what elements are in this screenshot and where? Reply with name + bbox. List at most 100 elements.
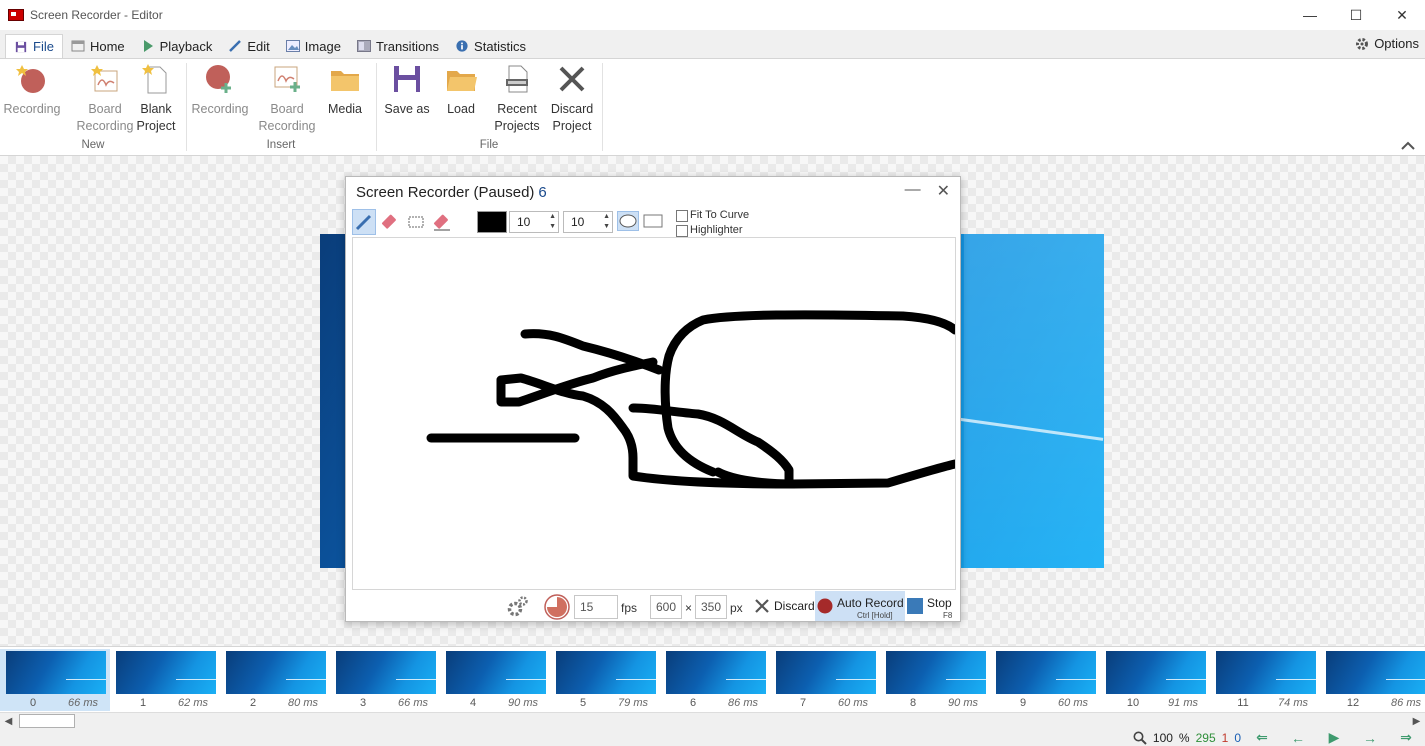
new-recording-label: Recording: [3, 102, 61, 116]
stroke-eraser-tool-button[interactable]: [430, 209, 454, 235]
last-frame-icon[interactable]: ⇒: [1391, 729, 1421, 746]
scroll-left-icon[interactable]: ◀: [0, 713, 17, 729]
tab-playback-label: Playback: [159, 38, 213, 54]
scrollbar-thumb[interactable]: [19, 714, 75, 728]
tab-playback[interactable]: Playback: [133, 34, 221, 58]
frame-item-11[interactable]: 11 74 ms: [1210, 649, 1320, 711]
stop-shortcut: F8: [943, 611, 953, 620]
play-frame-icon[interactable]: ▶: [1319, 729, 1349, 746]
pencil-icon: [229, 40, 242, 52]
frame-item-0[interactable]: 0 66 ms: [0, 649, 110, 711]
transitions-icon: [356, 40, 371, 52]
save-as-button[interactable]: Save as: [380, 63, 434, 118]
rectangle-tip-button[interactable]: [642, 211, 664, 231]
recent-projects-button[interactable]: Recent Projects: [490, 63, 544, 135]
recent-projects-label-1: Recent: [497, 102, 537, 116]
zoom-value[interactable]: 100: [1153, 731, 1173, 745]
tab-file[interactable]: File: [5, 34, 63, 58]
frame-item-7[interactable]: 7 60 ms: [770, 649, 880, 711]
tab-edit[interactable]: Edit: [220, 34, 277, 58]
checkbox-box[interactable]: [676, 209, 688, 222]
checkbox-box[interactable]: [676, 224, 688, 237]
insert-board-recording-label-2: Recording: [258, 119, 316, 133]
eraser-tool-button[interactable]: [378, 209, 402, 235]
first-frame-icon[interactable]: ⇐: [1247, 729, 1277, 746]
frame-item-1[interactable]: 1 62 ms: [110, 649, 220, 711]
height-input[interactable]: 350: [695, 595, 727, 619]
board-icon: [91, 65, 118, 92]
rectangle-tip-icon: [643, 214, 663, 228]
pen-tool-button[interactable]: [352, 209, 376, 235]
tab-image[interactable]: Image: [278, 34, 349, 58]
tab-transitions[interactable]: Transitions: [349, 34, 447, 58]
frame-delay: 86 ms: [1391, 697, 1421, 709]
filmstrip-scrollbar[interactable]: ◀ ▶: [0, 712, 1425, 729]
frame-item-2[interactable]: 2 80 ms: [220, 649, 330, 711]
highlighter-label: Highlighter: [690, 224, 743, 236]
minimize-button[interactable]: —: [1287, 0, 1333, 30]
fit-to-curve-checkbox[interactable]: Fit To Curve: [676, 208, 749, 223]
frame-item-5[interactable]: 5 79 ms: [550, 649, 660, 711]
frame-item-3[interactable]: 3 66 ms: [330, 649, 440, 711]
fps-input[interactable]: 15: [574, 595, 618, 619]
highlighter-checkbox[interactable]: Highlighter: [676, 223, 749, 238]
ellipse-tip-button[interactable]: [617, 211, 639, 231]
insert-board-recording-button[interactable]: Board Recording: [256, 63, 318, 135]
settings-gear-icon[interactable]: [506, 595, 530, 619]
blank-project-button[interactable]: Blank Project: [130, 63, 182, 135]
stepper-arrows-icon[interactable]: ▲ ▼: [549, 212, 556, 232]
frame-item-6[interactable]: 6 86 ms: [660, 649, 770, 711]
info-icon: [456, 40, 468, 52]
load-label: Load: [447, 102, 475, 116]
frame-item-4[interactable]: 4 90 ms: [440, 649, 550, 711]
width-input[interactable]: 600: [650, 595, 682, 619]
height-value: 350: [701, 600, 722, 614]
recent-projects-label-2: Projects: [494, 119, 540, 133]
frame-delay: 86 ms: [728, 697, 758, 709]
auto-record-shortcut: Ctrl [Hold]: [857, 611, 893, 620]
frame-item-10[interactable]: 10 91 ms: [1100, 649, 1210, 711]
auto-record-button[interactable]: Auto Record Ctrl [Hold]: [815, 591, 905, 621]
title-bar: Screen Recorder - Editor — ☐ ✕: [0, 0, 1425, 30]
frame-item-12[interactable]: 12 86 ms: [1320, 649, 1425, 711]
group-separator: [186, 63, 187, 151]
tab-home-label: Home: [89, 38, 125, 54]
ellipse-tip-icon: [619, 214, 637, 228]
load-button[interactable]: Load: [438, 63, 484, 118]
previous-frame-icon[interactable]: ←: [1283, 730, 1313, 746]
stepper-arrows-icon[interactable]: ▲ ▼: [603, 212, 610, 232]
eraser-icon: [381, 214, 396, 229]
recorder-minimize-button[interactable]: —: [905, 181, 921, 201]
frame-rate-dial-icon[interactable]: [544, 594, 570, 620]
insert-media-button[interactable]: Media: [320, 63, 370, 118]
maximize-button[interactable]: ☐: [1333, 0, 1379, 30]
recorder-close-button[interactable]: ✕: [937, 181, 950, 201]
auto-record-label: Auto Record: [837, 596, 904, 610]
discard-project-button[interactable]: Discard Project: [546, 63, 598, 135]
drawing-board[interactable]: [352, 237, 960, 590]
tab-transitions-label: Transitions: [375, 38, 440, 54]
next-frame-icon[interactable]: →: [1355, 730, 1385, 746]
tab-home[interactable]: Home: [63, 34, 133, 58]
stop-button[interactable]: Stop F8: [907, 591, 957, 621]
select-tool-button[interactable]: [404, 209, 428, 235]
new-recording-button[interactable]: Recording: [2, 63, 62, 118]
discard-button[interactable]: Discard: [752, 591, 817, 621]
new-board-recording-button[interactable]: Board Recording: [74, 63, 136, 135]
insert-recording-button[interactable]: Recording: [190, 63, 250, 118]
pen-color-swatch[interactable]: [477, 211, 507, 233]
frame-item-8[interactable]: 8 90 ms: [880, 649, 990, 711]
fit-to-curve-label: Fit To Curve: [690, 209, 750, 221]
options-button[interactable]: Options: [1355, 36, 1419, 51]
collapse-ribbon-icon[interactable]: [1401, 141, 1415, 151]
pen-height-stepper[interactable]: 10 ▲ ▼: [563, 211, 613, 233]
tab-statistics[interactable]: Statistics: [447, 34, 534, 58]
window-title: Screen Recorder - Editor: [30, 8, 163, 22]
frame-item-9[interactable]: 9 60 ms: [990, 649, 1100, 711]
save-as-label: Save as: [384, 102, 430, 116]
scroll-right-icon[interactable]: ▶: [1408, 713, 1425, 729]
record-icon: [16, 65, 45, 93]
pen-width-stepper[interactable]: 10 ▲ ▼: [509, 211, 559, 233]
close-button[interactable]: ✕: [1379, 0, 1425, 30]
ribbon: Recording Board Recording Blank Project …: [0, 58, 1425, 156]
